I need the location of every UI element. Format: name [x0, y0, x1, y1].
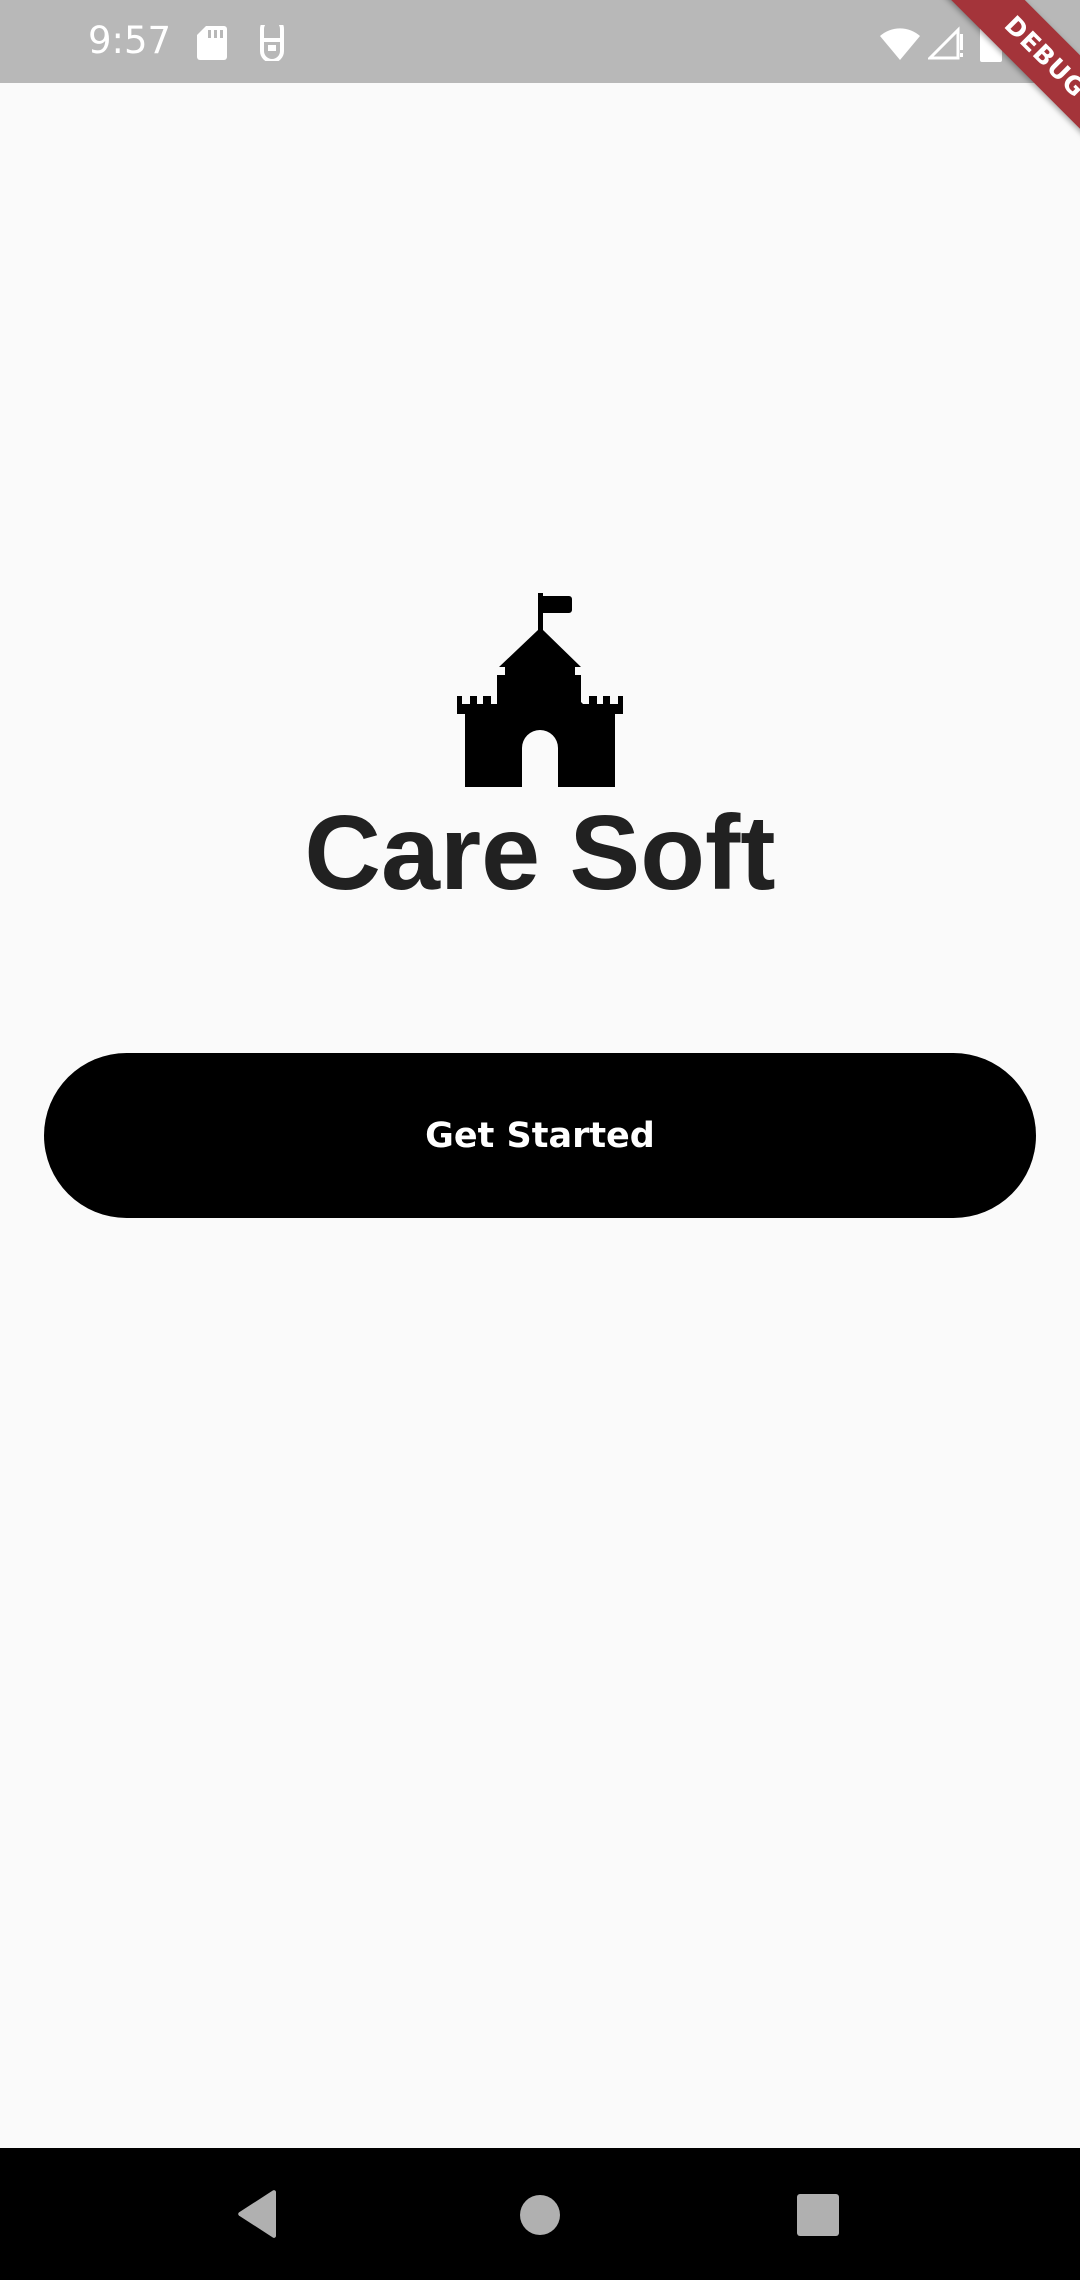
sim-icon: [260, 25, 284, 61]
castle-icon: [457, 593, 623, 787]
signal-icon: [928, 26, 963, 60]
wifi-icon: [880, 28, 920, 60]
navigation-bar: [0, 2148, 1080, 2280]
back-icon[interactable]: [236, 2190, 280, 2238]
home-icon[interactable]: [519, 2194, 561, 2236]
app-title: Care Soft: [304, 794, 776, 912]
recents-icon[interactable]: [797, 2194, 839, 2236]
battery-icon: [980, 22, 1002, 62]
sd-card-icon: [197, 26, 227, 60]
status-bar: 9:57: [0, 0, 1080, 83]
get-started-button[interactable]: Get Started: [44, 1053, 1036, 1218]
status-time: 9:57: [88, 19, 172, 62]
